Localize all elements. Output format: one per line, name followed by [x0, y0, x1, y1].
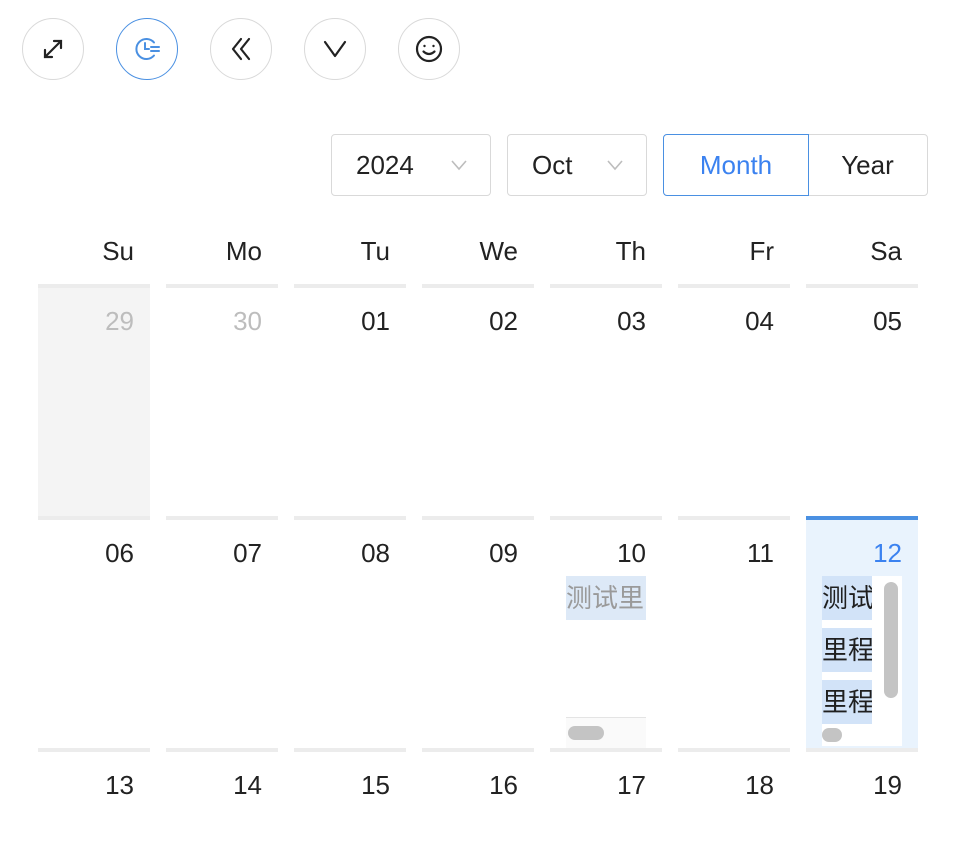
date-number: 14	[233, 770, 262, 800]
date-number: 15	[361, 770, 390, 800]
weekday-label: Mo	[225, 236, 262, 266]
event-item[interactable]: 测试里	[566, 576, 646, 620]
smile-icon	[415, 35, 443, 63]
expand-icon	[43, 39, 63, 59]
date-number: 17	[617, 770, 646, 800]
date-number: 19	[873, 770, 902, 800]
date-number: 30	[233, 306, 262, 336]
date-number: 12	[873, 538, 902, 568]
weekday-header: Su Mo Tu We Th Fr Sa	[38, 236, 920, 267]
date-cell[interactable]: 14	[166, 748, 278, 848]
date-cell[interactable]: 08	[294, 516, 406, 748]
weekday-label: We	[479, 236, 518, 266]
vertical-scrollbar[interactable]	[884, 582, 898, 698]
week-row: 06 07 08 09 10 测试里 11 12 测试 里程 里程	[38, 516, 920, 748]
date-cell[interactable]: 09	[422, 516, 534, 748]
date-cell[interactable]: 13	[38, 748, 150, 848]
date-cell[interactable]: 10 测试里	[550, 516, 662, 748]
event-item[interactable]: 里程	[822, 628, 872, 672]
weekday-label: Fr	[749, 236, 774, 266]
date-cell[interactable]: 15	[294, 748, 406, 848]
mode-switch: Month Year	[663, 134, 928, 196]
date-number: 11	[747, 538, 774, 568]
date-cell[interactable]: 30	[166, 284, 278, 516]
date-number: 10	[617, 538, 646, 568]
date-number: 02	[489, 306, 518, 336]
time-filter-button[interactable]	[116, 18, 178, 80]
calendar-header: 2024 Oct Month Year	[331, 134, 928, 196]
date-number: 06	[105, 538, 134, 568]
date-cell[interactable]: 11	[678, 516, 790, 748]
date-number: 05	[873, 306, 902, 336]
toolbar	[22, 18, 460, 80]
month-select[interactable]: Oct	[507, 134, 647, 196]
date-number: 29	[105, 306, 134, 336]
event-item[interactable]: 测试	[822, 576, 872, 620]
date-number: 08	[361, 538, 390, 568]
scrollbar-thumb[interactable]	[568, 726, 604, 740]
date-cell[interactable]: 19	[806, 748, 918, 848]
date-cell[interactable]: 02	[422, 284, 534, 516]
date-cell-today[interactable]: 12 测试 里程 里程	[806, 516, 918, 748]
event-item[interactable]: 里程	[822, 680, 872, 724]
date-number: 07	[233, 538, 262, 568]
date-cell[interactable]: 05	[806, 284, 918, 516]
date-number: 18	[745, 770, 774, 800]
date-number: 04	[745, 306, 774, 336]
weekday-label: Su	[102, 236, 134, 266]
date-cell[interactable]: 07	[166, 516, 278, 748]
date-cell[interactable]: 18	[678, 748, 790, 848]
weekday-label: Sa	[870, 236, 902, 266]
date-cell[interactable]: 16	[422, 748, 534, 848]
date-cell[interactable]: 01	[294, 284, 406, 516]
week-row: 29 30 01 02 03 04 05	[38, 284, 920, 516]
year-mode-button[interactable]: Year	[807, 134, 928, 196]
chevron-down-icon	[323, 40, 347, 58]
date-number: 01	[361, 306, 390, 336]
weekday-label: Th	[615, 236, 646, 266]
horizontal-scrollbar[interactable]	[566, 717, 646, 748]
weekday-label: Tu	[360, 236, 390, 266]
year-select[interactable]: 2024	[331, 134, 491, 196]
date-cell[interactable]: 06	[38, 516, 150, 748]
date-cell[interactable]: 29	[38, 284, 150, 516]
date-number: 03	[617, 306, 646, 336]
week-row: 13 14 15 16 17 18 19	[38, 748, 920, 848]
event-list: 测试 里程 里程	[822, 576, 902, 746]
calendar-grid: 29 30 01 02 03 04 05 06 07 08 09 10 测试里 …	[38, 284, 920, 848]
chevron-down-icon	[607, 160, 623, 171]
month-select-value: Oct	[532, 149, 573, 180]
date-number: 09	[489, 538, 518, 568]
date-cell[interactable]: 03	[550, 284, 662, 516]
year-select-value: 2024	[356, 149, 414, 180]
chevron-down-icon	[451, 160, 467, 171]
double-chevron-left-icon	[231, 37, 251, 61]
horizontal-scrollbar[interactable]	[822, 728, 842, 742]
clock-list-icon	[135, 38, 160, 60]
expand-button[interactable]	[22, 18, 84, 80]
date-number: 16	[489, 770, 518, 800]
emoji-button[interactable]	[398, 18, 460, 80]
collapse-button[interactable]	[304, 18, 366, 80]
month-mode-button[interactable]: Month	[663, 134, 809, 196]
date-number: 13	[105, 770, 134, 800]
date-cell[interactable]: 04	[678, 284, 790, 516]
previous-year-button[interactable]	[210, 18, 272, 80]
date-cell[interactable]: 17	[550, 748, 662, 848]
